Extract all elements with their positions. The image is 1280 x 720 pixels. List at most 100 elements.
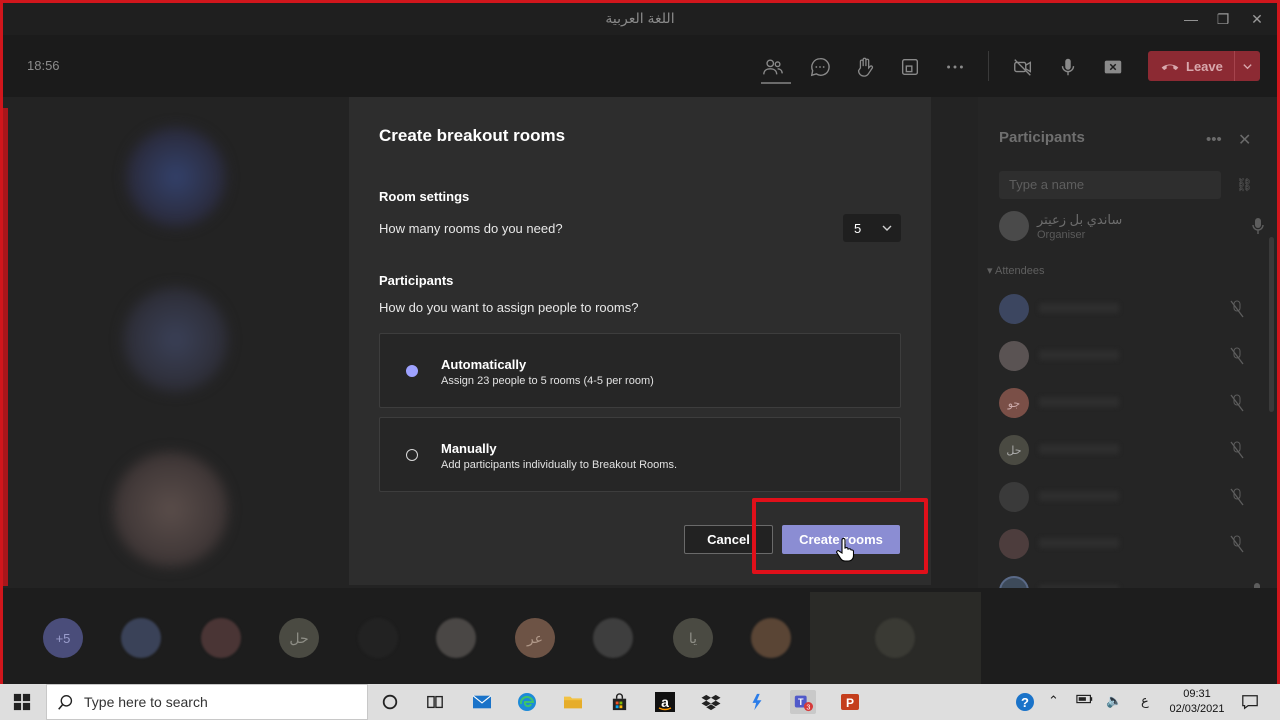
option-title: Manually	[441, 441, 497, 456]
avatar	[999, 482, 1029, 512]
gallery-avatar[interactable]: يا	[673, 618, 713, 658]
avatar: جو	[999, 388, 1029, 418]
show-hidden-icons-chevron-icon[interactable]: ⌃	[1048, 693, 1059, 709]
gallery-avatar[interactable]	[358, 618, 398, 658]
rooms-count-select[interactable]: 5	[843, 214, 901, 242]
gallery-avatar[interactable]	[121, 618, 161, 658]
minimize-button[interactable]: —	[1181, 9, 1201, 29]
svg-text:a: a	[661, 694, 669, 710]
app-icon[interactable]	[745, 690, 769, 714]
breakout-rooms-button[interactable]	[898, 55, 922, 79]
microphone-icon	[1061, 58, 1075, 76]
ellipsis-icon	[947, 65, 963, 69]
clock-date: 02/03/2021	[1169, 703, 1225, 715]
gallery-avatar[interactable]: حل	[279, 618, 319, 658]
restore-button[interactable]: ❐	[1213, 9, 1233, 29]
svg-text:P: P	[846, 696, 854, 710]
svg-text:?: ?	[1021, 695, 1029, 710]
panel-more-options-icon[interactable]: •••	[1206, 131, 1222, 148]
svg-text:T: T	[798, 697, 804, 707]
participant-row[interactable]: جو	[999, 386, 1259, 420]
volume-icon[interactable]: 🔈	[1106, 693, 1122, 709]
mic-off-icon	[1230, 441, 1244, 459]
attendees-section-label: ▾ Attendees	[987, 265, 1045, 277]
gallery-avatar[interactable]: عر	[515, 618, 555, 658]
panel-scrollbar[interactable]	[1269, 237, 1274, 412]
edge-browser-icon[interactable]	[515, 690, 539, 714]
search-icon	[57, 693, 75, 711]
battery-icon[interactable]	[1076, 693, 1094, 708]
raise-hand-button[interactable]	[853, 55, 877, 79]
task-view-icon[interactable]	[423, 690, 447, 714]
radio-automatically[interactable]	[406, 365, 418, 377]
gallery-avatar[interactable]	[593, 618, 633, 658]
close-window-button[interactable]: ✕	[1247, 9, 1267, 29]
recording-edge-indicator	[3, 108, 8, 586]
share-button[interactable]	[1101, 55, 1125, 79]
participant-row[interactable]	[999, 527, 1259, 561]
file-explorer-icon[interactable]	[561, 690, 585, 714]
windows-start-icon[interactable]	[10, 690, 34, 714]
show-chat-button[interactable]	[808, 55, 832, 79]
participant-name	[1039, 397, 1119, 407]
participant-name	[1039, 444, 1119, 454]
organiser-row[interactable]: ساندي بل زعيتر Organiser	[999, 209, 1264, 243]
participant-name	[1039, 350, 1119, 360]
leave-button[interactable]: Leave	[1148, 51, 1260, 81]
more-actions-button[interactable]	[943, 55, 967, 79]
teams-meeting-window: اللغة العربية — ❐ ✕ 18:56 Leave Particip…	[0, 0, 1280, 720]
cortana-icon[interactable]	[378, 690, 402, 714]
taskbar-search-box[interactable]: Type here to search	[46, 684, 368, 720]
help-icon[interactable]: ?	[1013, 690, 1037, 714]
mic-toggle-button[interactable]	[1056, 55, 1080, 79]
window-title: اللغة العربية	[605, 10, 675, 26]
tutorial-highlight-box	[752, 498, 928, 574]
show-participants-button[interactable]	[761, 55, 785, 79]
room-settings-heading: Room settings	[379, 189, 470, 204]
mic-off-icon	[1230, 488, 1244, 506]
overflow-participants-badge[interactable]: +5	[43, 618, 83, 658]
participant-video-tile	[113, 452, 228, 567]
organiser-name: ساندي بل زعيتر	[1037, 212, 1123, 227]
dropbox-icon[interactable]	[699, 690, 723, 714]
share-screen-icon	[1104, 60, 1122, 74]
meeting-toolbar: 18:56 Leave	[3, 35, 1277, 97]
radio-manually[interactable]	[406, 449, 418, 461]
rooms-icon	[901, 58, 919, 76]
active-tab-indicator	[761, 82, 791, 84]
title-bar: اللغة العربية — ❐ ✕	[3, 3, 1277, 35]
participant-row[interactable]: حل	[999, 433, 1259, 467]
participant-video-tile	[126, 127, 226, 227]
camera-off-icon	[1014, 59, 1032, 76]
notifications-icon[interactable]	[1238, 690, 1262, 714]
input-language-indicator[interactable]: ع	[1141, 693, 1149, 709]
leave-label: Leave	[1186, 58, 1223, 74]
teams-icon[interactable]: T3	[790, 690, 816, 714]
participant-row[interactable]	[999, 292, 1259, 326]
toolbar-divider	[988, 51, 989, 81]
self-video-tile	[810, 592, 981, 684]
participant-row[interactable]	[999, 480, 1259, 514]
panel-close-icon[interactable]: ✕	[1238, 130, 1251, 150]
gallery-avatar[interactable]	[436, 618, 476, 658]
windows-taskbar: Type here to search a T3 P ? ⌃ 🔈 ع 09:31…	[0, 684, 1280, 720]
participant-name	[1039, 303, 1119, 313]
option-manually[interactable]: Manually Add participants individually t…	[379, 417, 901, 492]
store-icon[interactable]	[607, 690, 631, 714]
option-automatically[interactable]: Automatically Assign 23 people to 5 room…	[379, 333, 901, 408]
mail-icon[interactable]	[470, 690, 494, 714]
participant-search-input[interactable]: Type a name	[999, 171, 1221, 199]
amazon-icon[interactable]: a	[653, 690, 677, 714]
gallery-avatar[interactable]	[751, 618, 791, 658]
taskbar-clock[interactable]: 09:31 02/03/2021	[1167, 687, 1227, 717]
participant-row[interactable]	[999, 339, 1259, 373]
avatar	[999, 211, 1029, 241]
avatar	[999, 341, 1029, 371]
powerpoint-icon[interactable]: P	[838, 690, 862, 714]
clock-time: 09:31	[1183, 688, 1211, 700]
camera-toggle-button[interactable]	[1011, 55, 1035, 79]
gallery-avatar[interactable]	[201, 618, 241, 658]
leave-options-chevron-icon[interactable]	[1234, 51, 1260, 81]
option-title: Automatically	[441, 357, 527, 372]
copy-link-icon[interactable]: ⛓	[1236, 177, 1254, 192]
